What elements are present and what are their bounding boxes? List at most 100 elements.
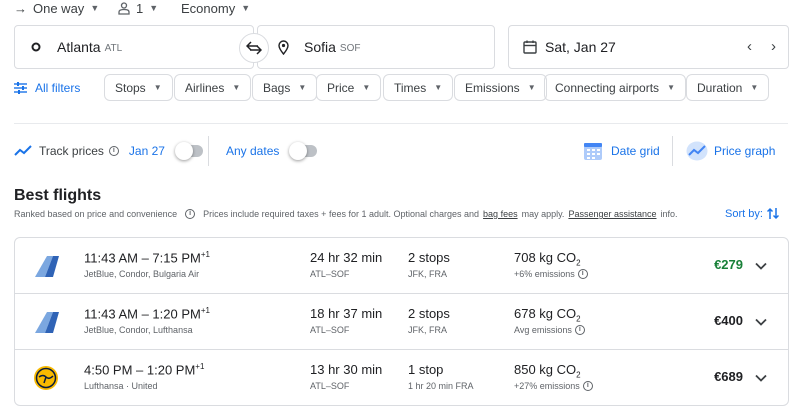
- jetblue-tail-icon: [35, 312, 59, 333]
- filter-bags[interactable]: Bags ▼: [252, 74, 318, 101]
- time-range: 11:43 AM – 7:15 PM: [84, 250, 201, 266]
- track-date-toggle[interactable]: [174, 142, 203, 160]
- chip-label: Times: [394, 80, 427, 95]
- date-grid-icon: [584, 143, 602, 160]
- any-dates: Any dates: [226, 140, 318, 162]
- bag-fees-link[interactable]: bag fees: [483, 209, 518, 219]
- emissions: +27% emissions i: [514, 381, 593, 391]
- passengers-select[interactable]: 1 ▼: [118, 0, 158, 16]
- origin-code: ATL: [104, 42, 123, 54]
- may-apply-text: may apply.: [521, 209, 565, 219]
- co2-value: 850 kg CO: [514, 362, 577, 377]
- airlines: Lufthansa · United: [84, 381, 158, 391]
- cabin-select[interactable]: Economy ▼: [181, 0, 250, 16]
- emissions-text: +6% emissions: [514, 269, 575, 279]
- info-icon[interactable]: i: [577, 269, 588, 279]
- duration: 24 hr 32 min: [310, 250, 383, 265]
- price-graph-button[interactable]: Price graph: [686, 140, 775, 162]
- price-graph-icon: [686, 141, 708, 161]
- next-date-icon[interactable]: ›: [771, 38, 776, 55]
- all-filters-button[interactable]: All filters: [14, 74, 80, 101]
- origin-field[interactable]: Atlanta ATL: [14, 25, 254, 69]
- location-pin-icon: [278, 39, 289, 55]
- caret-down-icon: ▼: [362, 83, 371, 92]
- chevron-down-icon[interactable]: [753, 258, 769, 274]
- swap-icon: [246, 41, 262, 55]
- chip-label: Airlines: [185, 80, 225, 95]
- flight-times: 11:43 AM – 1:20 PM+1: [84, 306, 210, 321]
- info-icon[interactable]: i: [582, 381, 593, 391]
- filter-connecting-airports[interactable]: Connecting airports ▼: [544, 74, 686, 101]
- toggle-knob: [289, 142, 308, 160]
- flight-times: 11:43 AM – 7:15 PM+1: [84, 250, 210, 265]
- info-icon[interactable]: i: [108, 146, 119, 156]
- co2: 678 kg CO2: [514, 306, 581, 324]
- filter-duration[interactable]: Duration ▼: [686, 74, 770, 101]
- jetblue-tail-icon: [35, 256, 59, 277]
- co2-subscript: 2: [576, 258, 581, 268]
- emissions: Avg emissions i: [514, 325, 585, 335]
- airlines: JetBlue, Condor, Bulgaria Air: [84, 269, 200, 279]
- filter-airlines[interactable]: Airlines ▼: [174, 74, 252, 101]
- chevron-down-icon[interactable]: [753, 314, 769, 330]
- info-icon[interactable]: i: [574, 325, 585, 335]
- swap-button[interactable]: [239, 33, 269, 63]
- filter-price[interactable]: Price ▼: [316, 74, 382, 101]
- price: €279: [714, 257, 743, 272]
- stop-airports: JFK, FRA: [408, 269, 448, 279]
- flight-times: 4:50 PM – 1:20 PM+1: [84, 362, 204, 377]
- all-filters-label: All filters: [35, 80, 81, 95]
- any-dates-toggle[interactable]: [289, 142, 318, 160]
- route: ATL–SOF: [310, 269, 350, 279]
- day-offset: +1: [200, 250, 210, 259]
- ranking-note: Ranked based on price and convenience i …: [14, 209, 678, 219]
- passengers-count: 1: [136, 0, 144, 16]
- price-note-text: Prices include required taxes + fees for…: [203, 209, 480, 219]
- track-date: Jan 27: [128, 144, 165, 158]
- emissions-text: Avg emissions: [514, 325, 572, 335]
- divider: [14, 123, 788, 124]
- stops: 1 stop: [408, 362, 444, 377]
- divider: [672, 136, 673, 166]
- duration: 13 hr 30 min: [310, 362, 383, 377]
- duration: 18 hr 37 min: [310, 306, 383, 321]
- time-range: 4:50 PM – 1:20 PM: [84, 362, 196, 378]
- caret-down-icon: ▼: [241, 3, 251, 13]
- trending-icon: [14, 145, 32, 156]
- flight-row[interactable]: 4:50 PM – 1:20 PM+1 Lufthansa · United 1…: [14, 349, 789, 406]
- any-dates-label: Any dates: [226, 144, 280, 158]
- stops: 2 stops: [408, 250, 450, 265]
- date-grid-button[interactable]: Date grid: [583, 140, 660, 162]
- filter-stops[interactable]: Stops ▼: [104, 74, 173, 101]
- stops: 2 stops: [408, 306, 450, 321]
- time-range: 11:43 AM – 1:20 PM: [84, 306, 201, 322]
- date-field[interactable]: Sat, Jan 27 ‹ ›: [508, 25, 789, 69]
- caret-down-icon: ▼: [232, 83, 241, 92]
- info-icon[interactable]: i: [185, 209, 196, 219]
- filter-times[interactable]: Times ▼: [383, 74, 454, 101]
- origin-city: Atlanta: [57, 39, 101, 55]
- co2: 850 kg CO2: [514, 362, 581, 380]
- trip-type-select[interactable]: → One way ▼: [14, 0, 99, 16]
- caret-down-icon: ▼: [298, 83, 307, 92]
- passenger-assistance-link[interactable]: Passenger assistance: [568, 209, 656, 219]
- co2-value: 708 kg CO: [514, 250, 577, 265]
- route: ATL–SOF: [310, 325, 350, 335]
- co2-value: 678 kg CO: [514, 306, 577, 321]
- flight-row[interactable]: 11:43 AM – 7:15 PM+1 JetBlue, Condor, Bu…: [14, 237, 789, 294]
- ranked-note-text: Ranked based on price and convenience: [14, 209, 178, 219]
- chip-label: Stops: [115, 80, 146, 95]
- caret-down-icon: ▼: [527, 83, 536, 92]
- price: €689: [714, 369, 743, 384]
- sort-by-button[interactable]: Sort by:: [725, 207, 779, 220]
- prev-date-icon[interactable]: ‹: [747, 38, 752, 55]
- destination-field[interactable]: Sofia SOF: [257, 25, 495, 69]
- date-grid-label: Date grid: [611, 144, 660, 158]
- flight-row[interactable]: 11:43 AM – 1:20 PM+1 JetBlue, Condor, Lu…: [14, 293, 789, 350]
- destination-code: SOF: [339, 42, 361, 54]
- filter-emissions[interactable]: Emissions ▼: [454, 74, 547, 101]
- chevron-down-icon[interactable]: [753, 370, 769, 386]
- price: €400: [714, 313, 743, 328]
- cabin-label: Economy: [181, 0, 236, 16]
- chip-label: Price: [327, 80, 355, 95]
